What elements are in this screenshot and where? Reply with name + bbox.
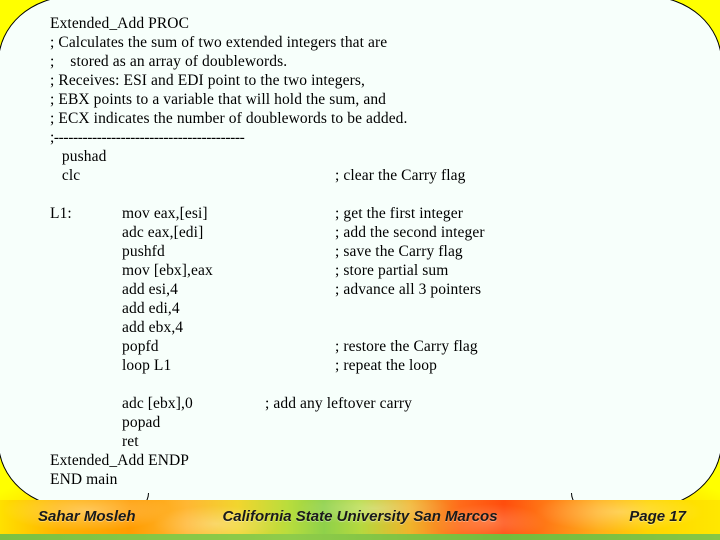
code-line: ret bbox=[0, 432, 720, 451]
code-text: Extended_Add ENDP bbox=[50, 452, 190, 469]
footer-author: Sahar Mosleh bbox=[38, 508, 136, 525]
code-comment: ; advance all 3 pointers bbox=[335, 281, 482, 298]
code-text: mov [ebx],eax bbox=[122, 262, 213, 279]
slide-canvas: Extended_Add PROC ; Calculates the sum of… bbox=[0, 0, 720, 540]
code-comment: ; clear the Carry flag bbox=[335, 167, 466, 184]
code-line: loop L1 ; repeat the loop bbox=[0, 356, 720, 375]
code-line: END main bbox=[0, 470, 720, 489]
code-line: add edi,4 bbox=[0, 299, 720, 318]
code-line: add esi,4 ; advance all 3 pointers bbox=[0, 280, 720, 299]
code-line: adc [ebx],0 ; add any leftover carry bbox=[0, 394, 720, 413]
footer-green-strip bbox=[0, 534, 720, 540]
code-comment: ; add the second integer bbox=[335, 224, 485, 241]
footer-page-number: Page 17 bbox=[629, 508, 686, 525]
code-comment: ; add any leftover carry bbox=[265, 395, 412, 412]
code-text: mov eax,[esi] bbox=[122, 205, 208, 222]
code-text: Extended_Add PROC bbox=[50, 15, 190, 32]
code-text: pushfd bbox=[122, 243, 165, 260]
code-line: mov [ebx],eax ; store partial sum bbox=[0, 261, 720, 280]
code-text: add ebx,4 bbox=[122, 319, 184, 336]
code-text: popad bbox=[122, 414, 161, 431]
code-text: ; Receives: ESI and EDI point to the two… bbox=[50, 72, 365, 89]
code-text: add edi,4 bbox=[122, 300, 180, 317]
code-line: ; EBX points to a variable that will hol… bbox=[0, 90, 720, 109]
code-line: ; stored as an array of doublewords. bbox=[0, 52, 720, 71]
code-text: loop L1 bbox=[122, 357, 172, 374]
code-line: ; ECX indicates the number of doubleword… bbox=[0, 109, 720, 128]
code-text: add esi,4 bbox=[122, 281, 178, 298]
code-line: ; Calculates the sum of two extended int… bbox=[0, 33, 720, 52]
code-text: ; Calculates the sum of two extended int… bbox=[50, 34, 388, 51]
code-text: adc eax,[edi] bbox=[122, 224, 204, 241]
code-comment: ; save the Carry flag bbox=[335, 243, 463, 260]
code-text: ; EBX points to a variable that will hol… bbox=[50, 91, 387, 108]
code-comment: ; get the first integer bbox=[335, 205, 463, 222]
code-line: ;---------------------------------------… bbox=[0, 128, 720, 147]
code-comment: ; repeat the loop bbox=[335, 357, 437, 374]
code-separator: ;---------------------------------------… bbox=[50, 129, 245, 146]
assembly-code-block: Extended_Add PROC ; Calculates the sum of… bbox=[0, 0, 720, 505]
code-line: popad bbox=[0, 413, 720, 432]
slide-footer: Sahar Mosleh California State University… bbox=[0, 500, 720, 540]
code-text: L1: bbox=[50, 205, 72, 222]
code-line: L1: mov eax,[esi] ; get the first integer bbox=[0, 204, 720, 223]
code-comment: ; store partial sum bbox=[335, 262, 449, 279]
code-text: pushad bbox=[50, 148, 107, 165]
footer-institution: California State University San Marcos bbox=[222, 508, 498, 525]
code-text: popfd bbox=[122, 338, 159, 355]
code-text: ; ECX indicates the number of doubleword… bbox=[50, 110, 408, 127]
code-line: Extended_Add PROC bbox=[0, 14, 720, 33]
code-line: popfd ; restore the Carry flag bbox=[0, 337, 720, 356]
code-text: ; stored as an array of doublewords. bbox=[50, 53, 288, 70]
code-comment: ; restore the Carry flag bbox=[335, 338, 478, 355]
code-text: clc bbox=[50, 167, 81, 184]
code-line: clc ; clear the Carry flag bbox=[0, 166, 720, 185]
code-text: ret bbox=[122, 433, 139, 450]
code-line: pushfd ; save the Carry flag bbox=[0, 242, 720, 261]
code-line: ; Receives: ESI and EDI point to the two… bbox=[0, 71, 720, 90]
code-line: adc eax,[edi] ; add the second integer bbox=[0, 223, 720, 242]
code-line: add ebx,4 bbox=[0, 318, 720, 337]
code-line: Extended_Add ENDP bbox=[0, 451, 720, 470]
code-text: adc [ebx],0 bbox=[122, 395, 193, 412]
code-text: END main bbox=[50, 471, 118, 488]
code-line: pushad bbox=[0, 147, 720, 166]
